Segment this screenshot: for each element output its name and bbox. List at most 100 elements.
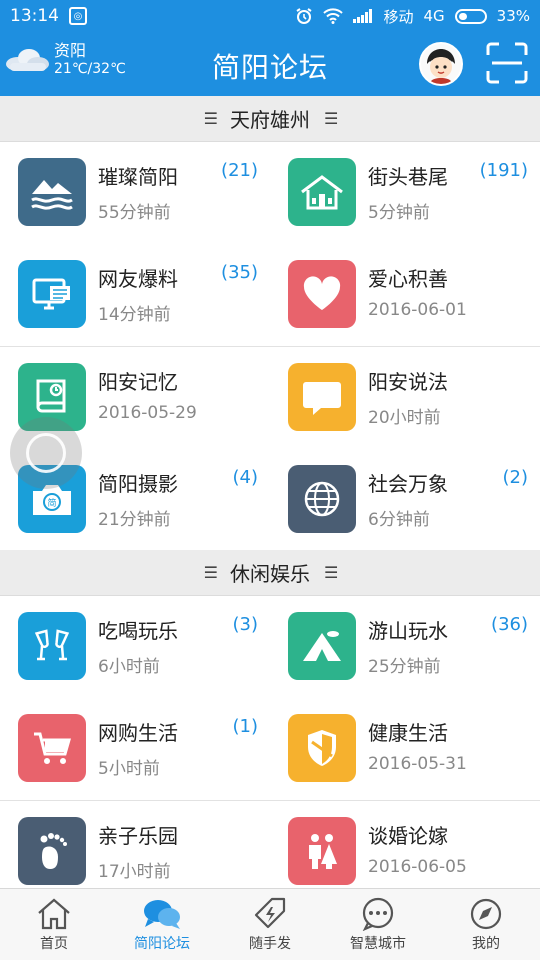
forum-count: (36): [491, 614, 528, 635]
forum-time: 55分钟前: [98, 203, 171, 223]
section-header-tianfu: ☰ 天府雄州 ☰: [0, 96, 540, 142]
forum-time: 25分钟前: [368, 657, 441, 677]
menu-bars-icon: ☰: [203, 563, 218, 582]
scan-icon[interactable]: [486, 42, 528, 84]
speech-bubble-icon: [288, 363, 356, 431]
home-icon: [38, 898, 70, 930]
forum-item-baoliao[interactable]: 网友爆料 14分钟前 (35): [0, 244, 270, 346]
heart-icon: [288, 260, 356, 328]
forum-name: 阳安说法: [368, 370, 448, 394]
forum-name: 社会万象: [368, 472, 448, 496]
tab-post[interactable]: 随手发: [216, 889, 324, 960]
forum-count: (191): [479, 160, 528, 181]
menu-bars-icon: ☰: [324, 109, 338, 128]
forum-name: 亲子乐园: [98, 824, 178, 848]
forum-name: 吃喝玩乐: [98, 619, 178, 643]
forum-name: 网友爆料: [98, 267, 178, 291]
tab-mine[interactable]: 我的: [432, 889, 540, 960]
section-title: 天府雄州: [230, 108, 310, 132]
forum-time: 2016-06-05: [368, 857, 467, 877]
tent-icon: [288, 612, 356, 680]
menu-bars-icon: ☰: [324, 563, 338, 582]
assist-ring-icon: [26, 433, 66, 473]
chat-bubbles-icon: [144, 900, 180, 929]
forum-name: 街头巷尾: [368, 165, 448, 189]
forum-time: 20小时前: [368, 408, 441, 428]
forum-time: 6分钟前: [368, 510, 430, 530]
tab-label: 智慧城市: [350, 936, 406, 952]
forum-item-chihe[interactable]: 吃喝玩乐 6小时前 (3): [0, 596, 270, 698]
alarm-icon: [296, 8, 313, 24]
section-title: 休闲娱乐: [230, 562, 310, 586]
forum-time: 6小时前: [98, 657, 160, 677]
app-notification-icon: ◎: [69, 7, 87, 25]
forum-time: 21分钟前: [98, 510, 171, 530]
forum-time: 17小时前: [98, 862, 171, 882]
forum-item-youshan[interactable]: 游山玩水 25分钟前 (36): [270, 596, 540, 698]
couple-icon: [288, 817, 356, 885]
forum-item-aixin[interactable]: 爱心积善 2016-06-01: [270, 244, 540, 346]
forum-item-wanxiang[interactable]: 社会万象 6分钟前 (2): [270, 449, 540, 551]
app-header: 资阳 21℃/32℃ 简阳论坛: [0, 32, 540, 96]
lightning-tag-icon: [254, 897, 286, 929]
battery-label: 33%: [496, 7, 530, 25]
tab-forum[interactable]: 简阳论坛: [108, 889, 216, 960]
house-icon: [288, 158, 356, 226]
battery-icon: [454, 8, 487, 24]
forum-name: 游山玩水: [368, 619, 448, 643]
forum-time: 14分钟前: [98, 305, 171, 325]
svg-text:简: 简: [47, 497, 56, 509]
tab-label: 简阳论坛: [134, 936, 190, 952]
shield-icon: [288, 714, 356, 782]
status-time: 13:14: [10, 6, 59, 26]
mountain-wave-icon: [18, 158, 86, 226]
forum-item-wanggou[interactable]: 网购生活 5小时前 (1): [0, 698, 270, 800]
status-bar: 13:14 ◎ 移动 4G 33%: [0, 0, 540, 32]
battery-fill: [458, 12, 467, 20]
floating-assist-button[interactable]: [10, 417, 82, 489]
bottom-tab-bar: 首页 简阳论坛 随手发 智慧城市 我的: [0, 888, 540, 960]
tab-label: 首页: [40, 936, 68, 952]
shopping-cart-icon: [18, 714, 86, 782]
forum-time: 5小时前: [98, 759, 160, 779]
forum-count: (1): [232, 716, 259, 737]
globe-icon: [288, 465, 356, 533]
forum-count: (35): [221, 262, 258, 283]
forum-count: (4): [232, 467, 259, 488]
tab-home[interactable]: 首页: [0, 889, 108, 960]
forum-name: 爱心积善: [368, 267, 448, 291]
menu-bars-icon: ☰: [203, 109, 218, 128]
forum-name: 璀璨简阳: [98, 165, 178, 189]
forum-name: 阳安记忆: [98, 370, 178, 394]
forum-item-shuofa[interactable]: 阳安说法 20小时前: [270, 347, 540, 449]
forum-time: 5分钟前: [368, 203, 430, 223]
forum-name: 简阳摄影: [98, 472, 178, 496]
forum-name: 网购生活: [98, 721, 178, 745]
forum-time: 2016-05-29: [98, 403, 197, 423]
forum-count: (21): [221, 160, 258, 181]
signal-icon: [353, 9, 373, 23]
wifi-icon: [323, 8, 344, 24]
footprint-icon: [18, 817, 86, 885]
forum-item-jietou[interactable]: 街头巷尾 5分钟前 (191): [270, 142, 540, 244]
avatar-button[interactable]: [419, 42, 463, 86]
carrier-label: 移动: [383, 7, 414, 26]
computer-icon: [18, 260, 86, 328]
forum-count: (3): [232, 614, 259, 635]
wine-glasses-icon: [18, 612, 86, 680]
tab-smart-city[interactable]: 智慧城市: [324, 889, 432, 960]
forum-count: (2): [502, 467, 529, 488]
chat-dots-icon: [362, 897, 394, 931]
tab-label: 我的: [472, 936, 500, 952]
forum-name: 健康生活: [368, 721, 448, 745]
forum-time: 2016-06-01: [368, 300, 467, 320]
section-header-xiuxian: ☰ 休闲娱乐 ☰: [0, 550, 540, 596]
network-label: 4G: [423, 7, 445, 25]
compass-icon: [470, 898, 502, 930]
tab-label: 随手发: [249, 936, 291, 952]
forum-item-jiankang[interactable]: 健康生活 2016-05-31: [270, 698, 540, 800]
forum-item-cuican[interactable]: 璀璨简阳 55分钟前 (21): [0, 142, 270, 244]
forum-name: 谈婚论嫁: [368, 824, 448, 848]
avatar-icon: [421, 44, 461, 84]
forum-time: 2016-05-31: [368, 754, 467, 774]
